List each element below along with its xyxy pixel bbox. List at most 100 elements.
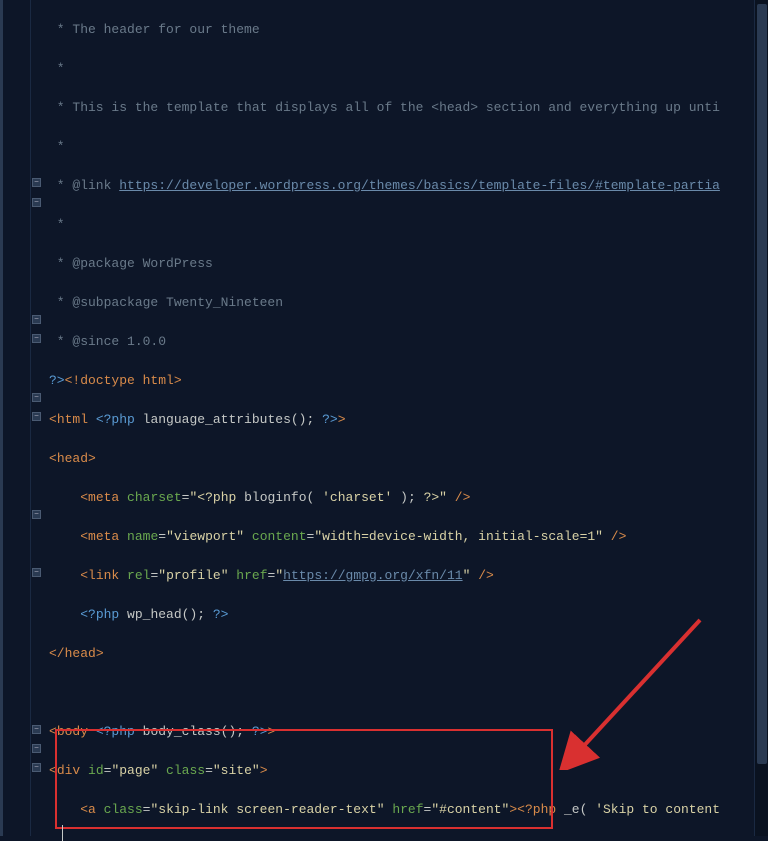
code-text: * @package WordPress [49, 256, 213, 271]
code-text: ?> [252, 724, 268, 739]
code-text: class [158, 763, 205, 778]
code-text: https://gmpg.org/xfn/11 [283, 568, 462, 583]
code-text: * [49, 61, 65, 76]
code-text: href [229, 568, 268, 583]
code-text: * @since 1.0.0 [49, 334, 166, 349]
code-text: charset [119, 490, 181, 505]
code-text: (); [221, 724, 252, 739]
code-text: (); [182, 607, 213, 622]
scrollbar-thumb[interactable] [757, 4, 767, 764]
code-text: ); [392, 490, 423, 505]
code-text: _e [564, 802, 580, 817]
code-editor: − − − − − − − − − − − * The header for o… [0, 0, 768, 836]
code-text: content [244, 529, 306, 544]
code-content[interactable]: * The header for our theme * * This is t… [45, 0, 768, 836]
code-text: "width=device-width, initial-scale=1" [314, 529, 603, 544]
code-text: ?>" [424, 490, 447, 505]
gutter [3, 0, 31, 836]
code-text: "site" [213, 763, 260, 778]
code-text: " [275, 568, 283, 583]
code-text: a [88, 802, 96, 817]
fold-marker[interactable]: − [32, 744, 41, 753]
code-text: /> [447, 490, 470, 505]
code-text: "page" [111, 763, 158, 778]
code-text: > [338, 412, 346, 427]
fold-marker[interactable]: − [32, 412, 41, 421]
code-text: > [88, 451, 96, 466]
code-text: ( [307, 490, 323, 505]
code-text: id [80, 763, 103, 778]
code-text: < [49, 763, 57, 778]
code-text: "#content" [431, 802, 509, 817]
code-text: body_class [135, 724, 221, 739]
fold-marker[interactable]: − [32, 568, 41, 577]
code-text: wp_head [119, 607, 181, 622]
code-text: < [80, 490, 88, 505]
code-text: = [158, 529, 166, 544]
code-text: <! [65, 373, 81, 388]
code-text: html [135, 373, 174, 388]
code-text: head [57, 451, 88, 466]
code-text: ( [580, 802, 596, 817]
code-text: language_attributes [135, 412, 291, 427]
code-text: > [260, 763, 268, 778]
code-text: /> [470, 568, 493, 583]
code-text: html [57, 412, 88, 427]
code-text: (); [291, 412, 322, 427]
code-text: ?> [213, 607, 229, 622]
code-text: <?php [88, 412, 135, 427]
code-text: 'Skip to content [595, 802, 720, 817]
code-text: href [385, 802, 424, 817]
code-text: "viewport" [166, 529, 244, 544]
fold-column: − − − − − − − − − − − [31, 0, 45, 836]
code-text: * @link [49, 178, 119, 193]
code-text: < [49, 412, 57, 427]
fold-marker[interactable]: − [32, 763, 41, 772]
code-text: meta [88, 529, 119, 544]
code-text: < [49, 724, 57, 739]
fold-marker[interactable]: − [32, 178, 41, 187]
fold-marker[interactable]: − [32, 315, 41, 324]
code-text: head [65, 646, 96, 661]
code-text: < [49, 451, 57, 466]
code-text: "skip-link screen-reader-text" [150, 802, 384, 817]
fold-marker[interactable]: − [32, 393, 41, 402]
code-text: doctype [80, 373, 135, 388]
code-text: name [119, 529, 158, 544]
fold-marker[interactable]: − [32, 510, 41, 519]
code-text: < [80, 568, 88, 583]
code-text: ?> [322, 412, 338, 427]
code-text: <?php [88, 724, 135, 739]
fold-marker[interactable]: − [32, 198, 41, 207]
code-text: rel [119, 568, 150, 583]
fold-marker[interactable]: − [32, 725, 41, 734]
code-text: bloginfo [244, 490, 306, 505]
vertical-scrollbar[interactable] [754, 0, 768, 836]
code-text: /> [603, 529, 626, 544]
code-link: https://developer.wordpress.org/themes/b… [119, 178, 720, 193]
code-text: "<?php [189, 490, 244, 505]
code-text: ><?php [509, 802, 564, 817]
code-text: meta [88, 490, 119, 505]
code-text: "profile" [158, 568, 228, 583]
fold-marker[interactable]: − [32, 334, 41, 343]
text-cursor [62, 825, 63, 841]
code-text: </ [49, 646, 65, 661]
code-text: < [80, 529, 88, 544]
code-text: 'charset' [322, 490, 392, 505]
code-text: link [88, 568, 119, 583]
code-text: * @subpackage Twenty_Nineteen [49, 295, 283, 310]
code-text: * [49, 217, 65, 232]
code-text: > [268, 724, 276, 739]
code-text: <?php [80, 607, 119, 622]
code-text: div [57, 763, 80, 778]
code-text: class [96, 802, 143, 817]
code-text: * [49, 139, 65, 154]
code-text: > [174, 373, 182, 388]
code-text: > [96, 646, 104, 661]
code-text: body [57, 724, 88, 739]
code-text: ?> [49, 373, 65, 388]
code-text: * The header for our theme [49, 22, 260, 37]
code-text: * This is the template that displays all… [49, 100, 720, 115]
code-text: < [80, 802, 88, 817]
